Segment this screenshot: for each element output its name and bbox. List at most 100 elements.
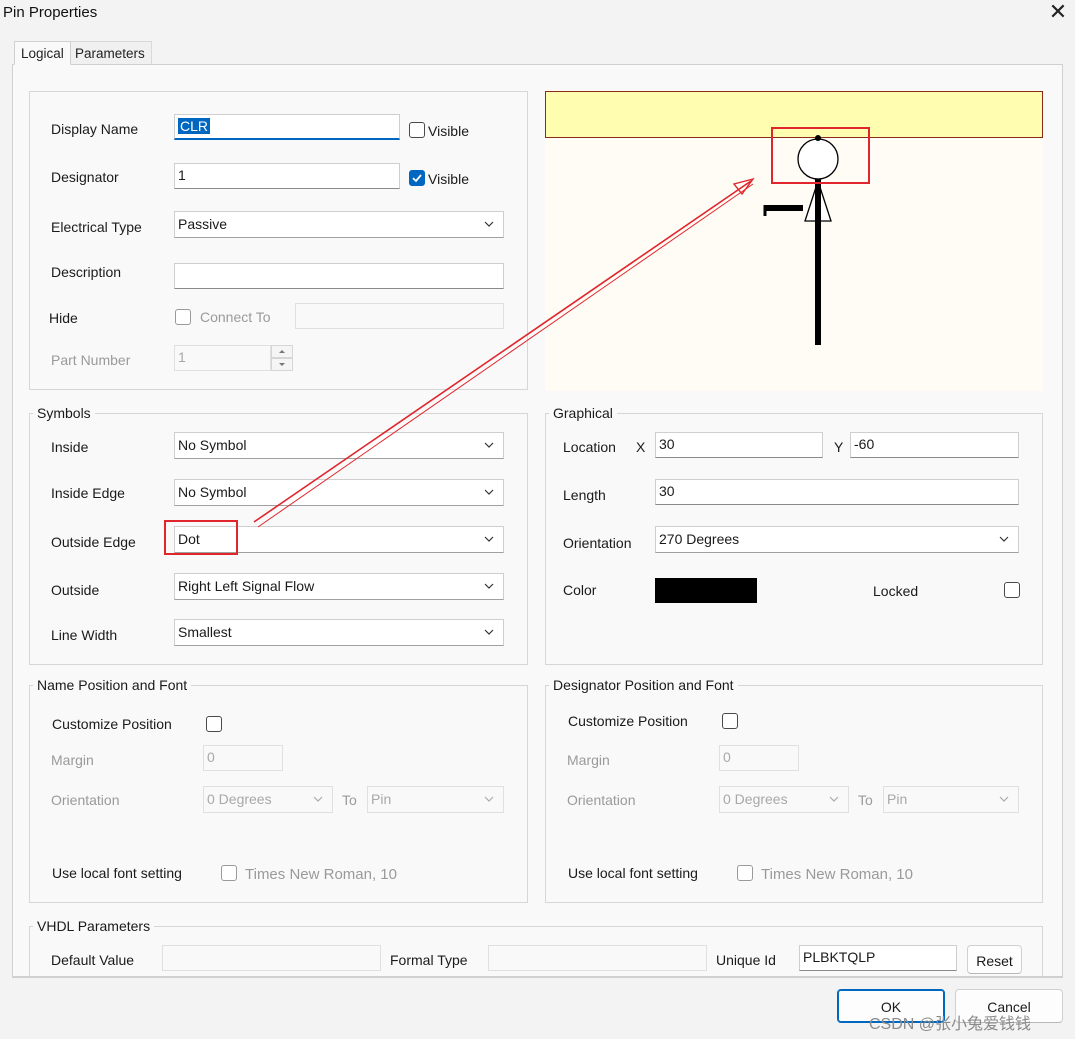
chevron-down-icon xyxy=(484,796,494,802)
symbols-group-title: Symbols xyxy=(33,405,95,421)
hide-checkbox[interactable] xyxy=(175,309,191,325)
electrical-type-value: Passive xyxy=(178,216,228,232)
designator-to-label: To xyxy=(858,792,873,808)
designator-margin-label: Margin xyxy=(567,752,610,768)
designator-margin-input[interactable]: 0 xyxy=(719,745,799,771)
formal-type-input[interactable] xyxy=(488,945,707,971)
default-value-label: Default Value xyxy=(51,952,135,968)
name-margin-label: Margin xyxy=(51,752,94,768)
locked-label: Locked xyxy=(873,583,919,599)
orientation-select[interactable]: 270 Degrees xyxy=(655,526,1019,553)
name-font-value: Times New Roman, 10 xyxy=(245,866,397,883)
line-width-select[interactable]: Smallest xyxy=(174,619,504,646)
part-number-spin-down[interactable] xyxy=(271,358,293,371)
hide-label: Hide xyxy=(49,310,78,326)
location-y-input[interactable]: -60 xyxy=(850,432,1019,458)
annotation-box-outside-edge xyxy=(164,520,238,555)
chevron-up-icon xyxy=(279,350,285,353)
line-width-value: Smallest xyxy=(178,624,232,640)
designator-visible-label: Visible xyxy=(428,171,469,187)
annotation-box-dot-symbol xyxy=(771,127,870,184)
title-bar xyxy=(0,0,1075,28)
reset-button[interactable]: Reset xyxy=(967,945,1022,974)
designator-local-font-checkbox[interactable] xyxy=(737,865,753,881)
name-margin-input[interactable]: 0 xyxy=(203,745,283,771)
line-width-label: Line Width xyxy=(51,627,118,643)
outside-edge-label: Outside Edge xyxy=(51,534,136,550)
orientation-label: Orientation xyxy=(563,535,632,551)
unique-id-label: Unique Id xyxy=(716,952,776,968)
electrical-type-label: Electrical Type xyxy=(51,219,142,235)
designator-customize-position-checkbox[interactable] xyxy=(722,713,738,729)
name-to-value: Pin xyxy=(371,791,392,807)
name-local-font-label: Use local font setting xyxy=(52,865,182,881)
designator-to-select[interactable]: Pin xyxy=(883,786,1019,813)
designator-visible-checkbox[interactable] xyxy=(409,170,425,186)
unique-id-input[interactable]: PLBKTQLP xyxy=(799,945,957,971)
name-to-select[interactable]: Pin xyxy=(367,786,504,813)
connect-to-label: Connect To xyxy=(200,309,271,325)
default-value-input[interactable] xyxy=(162,945,381,971)
name-font-group-title: Name Position and Font xyxy=(33,677,192,693)
chevron-down-icon xyxy=(484,583,494,589)
inside-edge-label: Inside Edge xyxy=(51,485,125,501)
chevron-down-icon xyxy=(484,221,494,227)
inside-edge-value: No Symbol xyxy=(178,484,247,500)
display-name-value: CLR xyxy=(178,118,211,134)
inside-select[interactable]: No Symbol xyxy=(174,432,504,459)
part-number-label: Part Number xyxy=(51,352,131,368)
watermark: CSDN @张小兔爱钱钱 xyxy=(869,1016,1032,1033)
chevron-down-icon xyxy=(484,536,494,542)
tab-parameters[interactable]: Parameters xyxy=(69,41,152,65)
connect-to-input[interactable] xyxy=(295,303,504,329)
designator-orientation-select[interactable]: 0 Degrees xyxy=(719,786,849,813)
part-number-spin-up[interactable] xyxy=(271,345,293,358)
designator-orientation-value: 0 Degrees xyxy=(723,791,788,807)
inside-edge-select[interactable]: No Symbol xyxy=(174,479,504,506)
chevron-down-icon xyxy=(279,363,285,366)
display-name-input[interactable]: CLR xyxy=(174,114,400,140)
checkmark-icon xyxy=(412,174,422,183)
chevron-down-icon xyxy=(313,796,323,802)
color-label: Color xyxy=(563,582,597,598)
designator-font-group-title: Designator Position and Font xyxy=(549,677,738,693)
name-orientation-label: Orientation xyxy=(51,792,120,808)
chevron-down-icon xyxy=(484,489,494,495)
tab-logical[interactable]: Logical xyxy=(14,41,71,65)
designator-local-font-label: Use local font setting xyxy=(568,865,698,881)
locked-checkbox[interactable] xyxy=(1004,582,1020,598)
designator-input[interactable]: 1 xyxy=(174,163,400,189)
chevron-down-icon xyxy=(999,796,1009,802)
length-input[interactable]: 30 xyxy=(655,479,1019,505)
location-y-label: Y xyxy=(834,439,844,455)
chevron-down-icon xyxy=(999,536,1009,542)
display-name-label: Display Name xyxy=(51,121,139,137)
outside-select[interactable]: Right Left Signal Flow xyxy=(174,573,504,600)
description-input[interactable] xyxy=(174,263,504,289)
name-orientation-select[interactable]: 0 Degrees xyxy=(203,786,333,813)
outside-label: Outside xyxy=(51,582,100,598)
close-icon[interactable]: ✕ xyxy=(1045,0,1071,26)
designator-font-value: Times New Roman, 10 xyxy=(761,866,913,883)
designator-label: Designator xyxy=(51,169,119,185)
display-name-visible-label: Visible xyxy=(428,123,469,139)
name-orientation-value: 0 Degrees xyxy=(207,791,272,807)
color-swatch[interactable] xyxy=(655,578,757,603)
outside-value: Right Left Signal Flow xyxy=(178,578,315,594)
vhdl-group-title: VHDL Parameters xyxy=(33,918,155,934)
inside-label: Inside xyxy=(51,439,89,455)
part-number-input[interactable]: 1 xyxy=(174,345,271,371)
designator-to-value: Pin xyxy=(887,791,908,807)
location-x-label: X xyxy=(636,439,646,455)
name-customize-position-checkbox[interactable] xyxy=(206,716,222,732)
inside-value: No Symbol xyxy=(178,437,247,453)
chevron-down-icon xyxy=(484,442,494,448)
electrical-type-select[interactable]: Passive xyxy=(174,211,504,238)
name-local-font-checkbox[interactable] xyxy=(221,865,237,881)
location-x-input[interactable]: 30 xyxy=(655,432,823,458)
location-label: Location xyxy=(563,439,616,455)
name-customize-position-label: Customize Position xyxy=(52,716,172,732)
window-title: Pin Properties xyxy=(3,4,98,21)
name-to-label: To xyxy=(342,792,357,808)
display-name-visible-checkbox[interactable] xyxy=(409,122,425,138)
